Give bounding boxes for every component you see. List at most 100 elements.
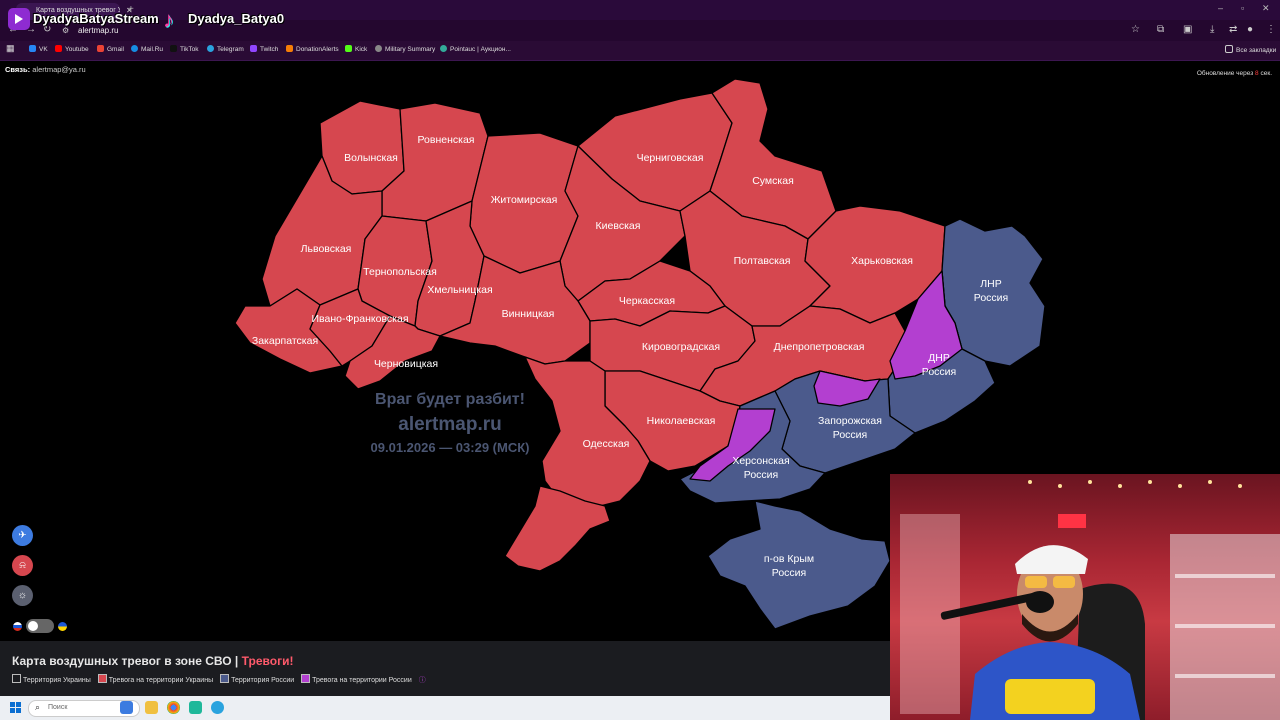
all-bookmarks[interactable]: Все закладки <box>1225 45 1276 54</box>
bookmark-tiktok[interactable]: TikTok <box>170 45 199 53</box>
webcam-overlay <box>890 474 1280 720</box>
avatar[interactable]: ● <box>1247 24 1253 35</box>
footer: Карта воздушных тревог в зоне СВО | Трев… <box>0 641 890 696</box>
menu-icon[interactable]: ⋮ <box>1266 24 1276 35</box>
label-crimea-1: п-ов Крым <box>764 553 814 565</box>
label-chernihiv: Черниговская <box>637 152 704 164</box>
tiktok-logo-icon: ♪ <box>163 7 174 32</box>
search-placeholder: Поиск <box>48 704 68 711</box>
url-field[interactable]: alertmap.ru <box>78 26 118 35</box>
footer-title-text: Карта воздушных тревог в зоне СВО | <box>12 654 239 668</box>
minimize-icon[interactable]: – <box>1218 3 1223 13</box>
telegram-icon <box>207 45 214 52</box>
bookmark-military-summary[interactable]: Military Summary <box>375 45 435 53</box>
slogan: Враг будет разбит! <box>375 391 525 408</box>
bookmark-twitch[interactable]: Twitch <box>250 45 278 53</box>
label-zakarpattia: Закарпатская <box>252 335 318 347</box>
telegram-taskbar-icon[interactable] <box>211 701 224 714</box>
info-icon[interactable]: ⓘ <box>419 677 426 684</box>
download-icon[interactable]: ⤓ <box>1210 24 1214 35</box>
pointauc-icon <box>440 45 447 52</box>
search-icon: ⌕ <box>35 702 41 712</box>
datetime: 09.01.2026 — 03:29 (МСК) <box>370 440 530 455</box>
label-zaporizhzhia-2: Россия <box>833 429 867 441</box>
toggle-knob <box>28 621 38 631</box>
tiktok-name: Dyadya_Batya0 <box>188 11 285 26</box>
label-dnr-1: ДНР <box>928 352 950 364</box>
label-lnr-2: Россия <box>974 292 1008 304</box>
label-kherson-2: Россия <box>744 469 778 481</box>
bookmarks-bar: ▦ VK Youtube Gmail Mail.Ru TikTok Telegr… <box>0 41 1280 61</box>
region-crimea[interactable] <box>707 500 891 630</box>
siren-button[interactable]: ⍾ <box>12 555 33 576</box>
maximize-icon[interactable]: ▫ <box>1241 3 1244 13</box>
language-toggle[interactable] <box>26 619 54 633</box>
label-odesa: Одесская <box>583 438 630 450</box>
plane-icon: ✈ <box>18 530 27 541</box>
bookmark-donationalerts[interactable]: DonationAlerts <box>286 45 339 53</box>
app-icon[interactable] <box>189 701 202 714</box>
label-kyiv: Киевская <box>596 220 641 232</box>
gmail-icon <box>97 45 104 52</box>
russia-flag-icon <box>13 622 22 631</box>
label-crimea-2: Россия <box>772 567 806 579</box>
region-volyn[interactable] <box>319 100 405 195</box>
file-explorer-icon[interactable] <box>145 701 158 714</box>
donationalerts-icon <box>286 45 293 52</box>
legend-item-ukraine: Территория Украины <box>12 674 91 684</box>
mailru-icon <box>131 45 138 52</box>
stream-name: DyadyaBatyaStream <box>33 11 159 26</box>
legend-swatch <box>220 674 230 683</box>
youtube-icon <box>55 45 62 52</box>
star-icon[interactable]: ☆ <box>1131 24 1140 35</box>
label-poltava: Полтавская <box>734 255 791 267</box>
theme-button[interactable]: ☼ <box>12 585 33 606</box>
label-dnr-2: Россия <box>922 366 956 378</box>
bookmark-kick[interactable]: Kick <box>345 45 367 53</box>
windows-taskbar: ⌕ Поиск <box>0 696 890 720</box>
window-close-icon[interactable]: ✕ <box>1262 3 1270 14</box>
translate-icon[interactable]: ⇄ <box>1229 24 1237 35</box>
bookmark-mailru[interactable]: Mail.Ru <box>131 45 163 53</box>
stream-logo-icon <box>8 8 30 30</box>
legend-swatch <box>301 674 311 683</box>
site-watermark: alertmap.ru <box>398 414 502 435</box>
bookmark-gmail[interactable]: Gmail <box>97 45 124 53</box>
sun-icon: ☼ <box>17 590 28 601</box>
extensions-icon[interactable]: ⧉ <box>1157 24 1164 35</box>
windows-start-icon[interactable] <box>10 702 21 713</box>
label-lnr-1: ЛНР <box>980 278 1001 290</box>
bookmark-vk[interactable]: VK <box>29 45 48 53</box>
weather-icon[interactable] <box>120 701 133 714</box>
bookmark-pointauc[interactable]: Pointauc | Аукцион... <box>440 45 511 53</box>
webcam-image <box>900 480 1280 720</box>
kick-icon <box>345 45 352 52</box>
legend-item-russia: Территория России <box>220 674 294 684</box>
site-info-icon[interactable]: ⚙ <box>62 26 69 35</box>
label-zhytomyr: Житомирская <box>491 194 558 206</box>
military-summary-icon <box>375 45 382 52</box>
cast-icon[interactable]: ▣ <box>1183 24 1192 35</box>
legend-swatch <box>97 674 107 683</box>
label-zaporizhzhia-1: Запорожская <box>818 415 882 427</box>
twitch-icon <box>250 45 257 52</box>
footer-title: Карта воздушных тревог в зоне СВО | Трев… <box>12 654 293 668</box>
label-chernivtsi: Черновицкая <box>374 358 438 370</box>
apps-grid-icon[interactable]: ▦ <box>6 43 15 54</box>
label-kherson-1: Херсонская <box>732 455 789 467</box>
label-rivne: Ровненская <box>418 134 475 146</box>
label-dnipro: Днепропетровская <box>774 341 865 353</box>
chrome-icon[interactable] <box>167 701 180 714</box>
ukraine-flag-icon <box>58 622 67 631</box>
label-kirovohrad: Кировоградская <box>642 341 720 353</box>
plane-button[interactable]: ✈ <box>12 525 33 546</box>
label-sumy: Сумская <box>752 175 794 187</box>
siren-icon: ⍾ <box>19 560 26 571</box>
bookmark-telegram[interactable]: Telegram <box>207 45 244 53</box>
label-kharkiv: Харьковская <box>851 255 913 267</box>
bookmark-youtube[interactable]: Youtube <box>55 45 89 53</box>
vk-icon <box>29 45 36 52</box>
label-volyn: Волынская <box>344 152 398 164</box>
legend-item-russia-alert: Тревога на территории России <box>301 674 412 684</box>
footer-alert-link[interactable]: Тревоги! <box>242 654 294 668</box>
